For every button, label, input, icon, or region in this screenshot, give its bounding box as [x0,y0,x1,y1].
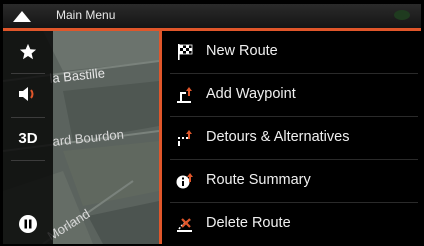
menu-item-label: Detours & Alternatives [206,129,350,145]
page-title: Main Menu [56,8,116,22]
message-icon [394,10,410,20]
menu-item-new-route[interactable]: New Route [162,31,424,73]
sidebar: 3D [3,31,53,244]
checkered-flag-icon [178,44,193,60]
divider [11,160,45,161]
menu-item-label: Delete Route [206,215,291,231]
menu-item-route-summary[interactable]: Route Summary [162,160,424,202]
delete-route-icon [177,218,192,232]
pause-button[interactable] [3,203,53,245]
favorites-button[interactable] [3,31,53,73]
menu-item-label: Add Waypoint [206,86,296,102]
main-menu-list: New Route Add Waypoint Detours & Alterna… [159,31,424,244]
sound-button[interactable] [3,73,53,115]
header-bar: Main Menu [3,4,421,31]
collapse-up-icon[interactable] [11,8,33,24]
menu-item-label: New Route [206,43,278,59]
view-mode-label: 3D [18,129,38,147]
star-icon [19,43,37,60]
menu-item-add-waypoint[interactable]: Add Waypoint [162,74,424,116]
app-frame: Main Menu la Bastille ard Bourdon Morlan… [0,0,424,246]
pause-icon [19,215,37,233]
route-summary-icon [176,173,193,189]
view-mode-button[interactable]: 3D [3,117,53,159]
menu-item-detours[interactable]: Detours & Alternatives [162,117,424,159]
speaker-icon [19,87,34,101]
detours-icon [178,130,192,146]
add-waypoint-icon [177,87,192,103]
menu-item-delete-route[interactable]: Delete Route [162,203,424,245]
menu-item-label: Route Summary [206,172,311,188]
